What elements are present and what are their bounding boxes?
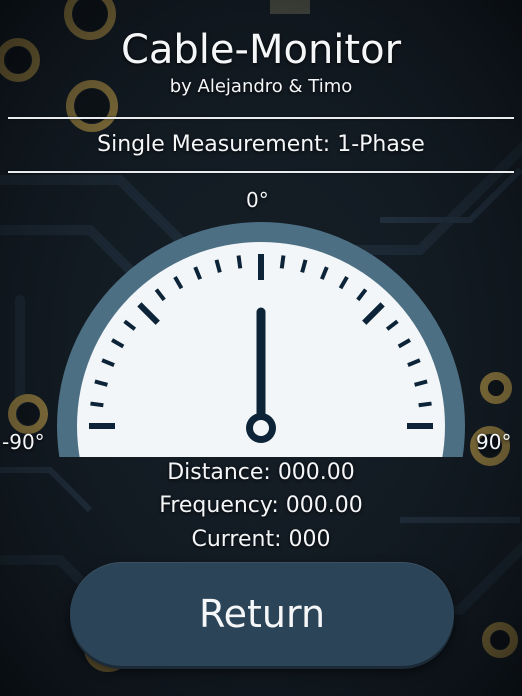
return-button[interactable]: Return xyxy=(70,562,454,666)
gauge-minor-tick xyxy=(418,401,432,408)
frequency-value: 000.00 xyxy=(285,493,363,518)
current-readout: Current: 000 xyxy=(0,526,522,554)
gauge-minor-tick xyxy=(90,401,104,408)
frequency-label: Frequency: xyxy=(159,493,279,518)
current-value: 000 xyxy=(288,527,331,552)
needle-pivot-center xyxy=(253,420,269,436)
gauge-minor-tick xyxy=(279,255,286,269)
distance-label: Distance: xyxy=(167,460,271,485)
frequency-readout: Frequency: 000.00 xyxy=(0,492,522,520)
gauge-minor-tick xyxy=(236,255,243,269)
distance-readout: Distance: 000.00 xyxy=(0,459,522,487)
distance-value: 000.00 xyxy=(277,460,355,485)
current-label: Current: xyxy=(191,527,282,552)
